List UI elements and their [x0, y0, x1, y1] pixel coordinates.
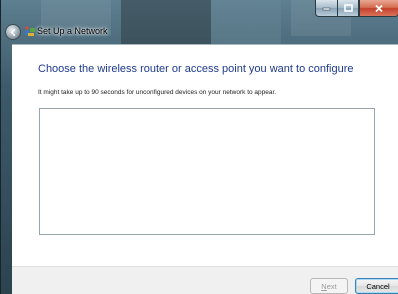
caption-buttons: [315, 0, 398, 18]
maximize-icon: [343, 4, 353, 12]
button-bar: Next Cancel: [12, 266, 398, 294]
cancel-button[interactable]: Cancel: [355, 278, 398, 294]
next-button[interactable]: Next: [310, 278, 348, 294]
window-title: Set Up a Network: [37, 26, 108, 36]
title-bar[interactable]: Set Up a Network: [1, 0, 398, 44]
network-setup-icon: [25, 26, 35, 36]
device-list[interactable]: [39, 108, 375, 235]
window-frame: Set Up a Network Choose the wireless rou…: [0, 0, 398, 294]
back-button[interactable]: [5, 24, 21, 40]
next-label: ext: [326, 281, 337, 291]
minimize-icon: [322, 7, 331, 11]
maximize-button[interactable]: [337, 0, 359, 17]
page-heading: Choose the wireless router or access poi…: [38, 63, 354, 75]
close-button[interactable]: [359, 0, 398, 17]
close-icon: [375, 4, 383, 12]
minimize-button[interactable]: [315, 0, 337, 17]
back-arrow-icon: [10, 28, 15, 36]
page-subtext: It might take up to 90 seconds for uncon…: [38, 89, 277, 96]
wizard-content: Choose the wireless router or access poi…: [12, 44, 398, 266]
